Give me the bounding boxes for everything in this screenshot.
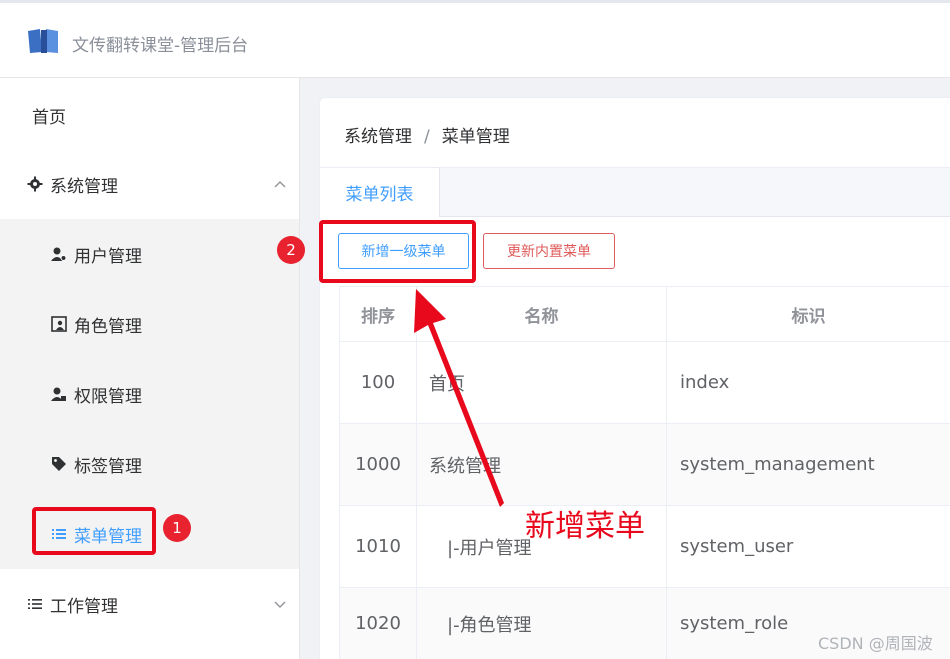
app-header: 文传翻转课堂-管理后台 bbox=[0, 3, 950, 78]
sidebar-item-label: 首页 bbox=[32, 107, 66, 128]
list-icon bbox=[26, 595, 44, 613]
cell-key: system_user bbox=[680, 536, 794, 557]
sidebar-item-label: 标签管理 bbox=[74, 456, 142, 477]
sidebar-item-permissions[interactable]: 权限管理 bbox=[0, 359, 299, 429]
sidebar-item-label: 角色管理 bbox=[74, 316, 142, 337]
sidebar-item-system[interactable]: 系统管理 bbox=[0, 149, 299, 219]
sidebar-item-label: 工作管理 bbox=[50, 596, 118, 617]
watermark: CSDN @周国波 bbox=[818, 634, 933, 653]
annotation-callout: 新增菜单 bbox=[525, 509, 645, 544]
book-logo-icon bbox=[28, 29, 58, 53]
chevron-up-icon bbox=[274, 181, 286, 188]
app-title: 文传翻转课堂-管理后台 bbox=[72, 36, 249, 56]
cell-order: 1020 bbox=[339, 588, 417, 659]
column-header-key[interactable]: 标识 bbox=[667, 287, 950, 341]
annotation-arrow bbox=[414, 289, 504, 507]
chevron-down-icon bbox=[274, 601, 286, 608]
cell-order: 1010 bbox=[339, 506, 417, 587]
breadcrumb-separator: / bbox=[424, 127, 430, 147]
user-lock-icon bbox=[50, 385, 68, 403]
sidebar-item-label: 用户管理 bbox=[74, 246, 142, 267]
role-card-icon bbox=[50, 315, 68, 333]
sidebar-item-work[interactable]: 工作管理 bbox=[0, 569, 299, 639]
breadcrumb-current: 菜单管理 bbox=[441, 127, 510, 147]
highlight-box-menu-item bbox=[32, 507, 156, 555]
gear-icon bbox=[26, 175, 44, 193]
sidebar-item-roles[interactable]: 角色管理 bbox=[0, 289, 299, 359]
refresh-builtin-menu-button[interactable]: 更新内置菜单 bbox=[483, 233, 615, 269]
sidebar-item-users[interactable]: 用户管理 bbox=[0, 219, 299, 289]
cell-key: system_management bbox=[680, 454, 875, 475]
breadcrumb: 系统管理 / 菜单管理 bbox=[344, 122, 510, 147]
sidebar-item-label: 权限管理 bbox=[74, 386, 142, 407]
breadcrumb-parent[interactable]: 系统管理 bbox=[344, 127, 412, 147]
cell-name: |-角色管理 bbox=[417, 588, 667, 659]
cell-key: index bbox=[680, 372, 730, 393]
tag-icon bbox=[50, 455, 68, 473]
sidebar-item-home[interactable]: 首页 bbox=[0, 80, 299, 150]
step-badge-2: 2 bbox=[277, 236, 305, 264]
user-gear-icon bbox=[50, 245, 68, 263]
sidebar-item-label: 系统管理 bbox=[50, 176, 118, 197]
highlight-box-add-button bbox=[319, 220, 476, 283]
step-badge-1: 1 bbox=[163, 514, 191, 542]
sidebar-item-tags[interactable]: 标签管理 bbox=[0, 429, 299, 499]
tab-menu-list[interactable]: 菜单列表 bbox=[320, 167, 440, 217]
